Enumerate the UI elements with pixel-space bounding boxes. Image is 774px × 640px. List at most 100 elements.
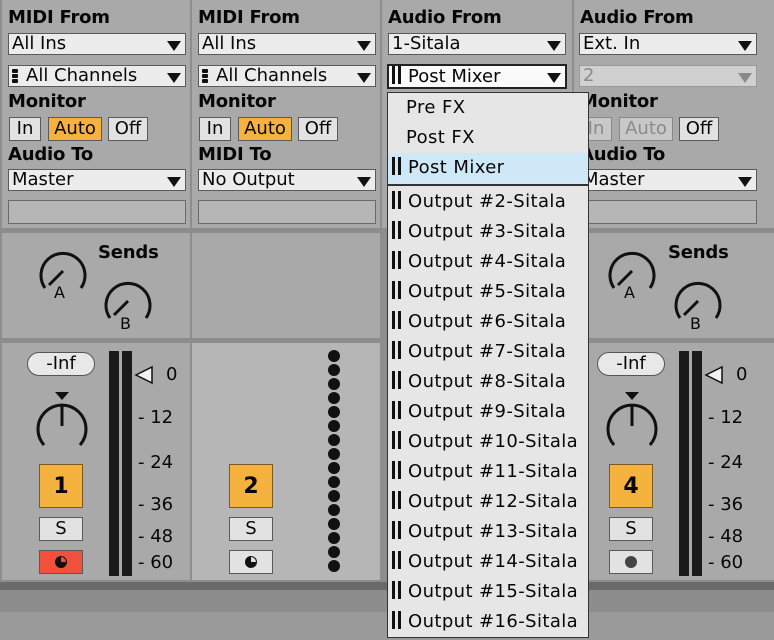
- track-1-output-dropdown[interactable]: Master: [8, 169, 186, 191]
- track-3-channel-value: Post Mixer: [408, 66, 501, 87]
- track-1-volume-readout[interactable]: -Inf: [27, 352, 95, 376]
- track-2-output-value: No Output: [202, 169, 295, 190]
- menu-item-post-mixer[interactable]: Post Mixer: [388, 153, 588, 183]
- track-4-output-dropdown[interactable]: Master: [579, 169, 757, 191]
- track-2-output-channel-dropdown[interactable]: [198, 200, 376, 224]
- track-1-channel-dropdown[interactable]: All Channels: [8, 65, 186, 87]
- menu-item-output[interactable]: Output #14-Sitala: [388, 547, 588, 577]
- track-2-channel-dropdown[interactable]: All Channels: [198, 65, 376, 87]
- track-2-monitor-off-button[interactable]: Off: [298, 117, 338, 141]
- track-1-output-channel-dropdown[interactable]: [8, 200, 186, 224]
- menu-item-post-fx[interactable]: Post FX: [388, 123, 588, 153]
- midi-meter-dot: [328, 518, 340, 530]
- track-2-input-dropdown[interactable]: All Ins: [198, 33, 376, 55]
- menu-item-output[interactable]: Output #7-Sitala: [388, 337, 588, 367]
- menu-item-output[interactable]: Output #8-Sitala: [388, 367, 588, 397]
- track-1-activator-button[interactable]: 1: [39, 464, 83, 508]
- menu-item-output[interactable]: Output #5-Sitala: [388, 277, 588, 307]
- track-4-activator-button[interactable]: 4: [609, 464, 653, 508]
- track-3-input-dropdown[interactable]: 1-Sitala: [388, 33, 566, 55]
- meter-tick-label: 12: [150, 407, 174, 428]
- midi-meter-dot: [328, 560, 340, 572]
- meter-tick-label: 36: [720, 494, 744, 515]
- track-4-monitor-auto-button[interactable]: Auto: [619, 117, 673, 141]
- channel-selector-icon: [12, 68, 20, 84]
- menu-item-label: Output #11-Sitala: [408, 461, 579, 482]
- track-2-input-label: MIDI From: [198, 7, 300, 28]
- menu-item-pre-fx[interactable]: Pre FX: [388, 93, 588, 123]
- track-1-pan-knob[interactable]: [34, 390, 90, 456]
- track-2-arm-button[interactable]: [229, 550, 273, 574]
- track-4-input-dropdown[interactable]: Ext. In: [579, 33, 757, 55]
- menu-item-output[interactable]: Output #3-Sitala: [388, 217, 588, 247]
- track-1-sends-panel: [2, 233, 190, 338]
- menu-item-output[interactable]: Output #15-Sitala: [388, 577, 588, 607]
- track-1-solo-button[interactable]: S: [39, 517, 83, 541]
- meter-tick-36: - 36: [138, 494, 174, 515]
- track-2-output-dropdown[interactable]: No Output: [198, 169, 376, 191]
- track-2-monitor-auto-button[interactable]: Auto: [238, 117, 292, 141]
- meter-tick-label: 48: [150, 526, 174, 547]
- track-4-monitor-off-button[interactable]: Off: [679, 117, 719, 141]
- chevron-down-icon: [357, 73, 371, 83]
- menu-item-output[interactable]: Output #10-Sitala: [388, 427, 588, 457]
- menu-item-output[interactable]: Output #12-Sitala: [388, 487, 588, 517]
- output-channel-icon: [392, 491, 402, 509]
- track-1-monitor-auto-button[interactable]: Auto: [48, 117, 102, 141]
- track-4-volume-readout[interactable]: -Inf: [597, 352, 665, 376]
- track-1-monitor-label: Monitor: [8, 91, 86, 112]
- menu-item-output[interactable]: Output #11-Sitala: [388, 457, 588, 487]
- midi-meter-dot: [328, 462, 340, 474]
- track-4-output-channel-dropdown[interactable]: [579, 200, 757, 224]
- track-2-monitor-label: Monitor: [198, 91, 276, 112]
- midi-meter-dot: [328, 504, 340, 516]
- track-4-meter-tick-60: - 60: [708, 552, 744, 573]
- track-4-meter-tick-0: 0: [736, 364, 748, 385]
- track-1-monitor-in-button[interactable]: In: [9, 117, 41, 141]
- pan-knob-icon: [36, 392, 88, 446]
- track-4-solo-button[interactable]: S: [609, 517, 653, 541]
- peak-triangle-icon[interactable]: [704, 365, 724, 389]
- track-2-activator-button[interactable]: 2: [229, 464, 273, 508]
- menu-item-output[interactable]: Output #16-Sitala: [388, 607, 588, 637]
- peak-triangle-icon[interactable]: [134, 365, 154, 389]
- menu-item-output[interactable]: Output #9-Sitala: [388, 397, 588, 427]
- menu-item-output[interactable]: Output #6-Sitala: [388, 307, 588, 337]
- track-4-pan-knob[interactable]: [604, 390, 660, 456]
- record-arm-icon: [55, 556, 67, 568]
- midi-meter-dot: [328, 420, 340, 432]
- track-1-meter-right: [122, 351, 132, 576]
- menu-item-output[interactable]: Output #13-Sitala: [388, 517, 588, 547]
- track-3-channel-dropdown[interactable]: Post Mixer: [387, 64, 567, 89]
- meter-tick-label: 60: [150, 552, 174, 573]
- meter-tick-label: 12: [720, 407, 744, 428]
- track-2-output-label: MIDI To: [198, 144, 272, 165]
- track-2-monitor-in-button[interactable]: In: [199, 117, 231, 141]
- track-4-monitor-label: Monitor: [580, 91, 658, 112]
- menu-item-label: Output #9-Sitala: [408, 401, 567, 422]
- track-1-monitor-off-button[interactable]: Off: [108, 117, 148, 141]
- track-1-input-dropdown[interactable]: All Ins: [8, 33, 186, 55]
- track-2-channel-value: All Channels: [216, 65, 328, 86]
- menu-item-output[interactable]: Output #4-Sitala: [388, 247, 588, 277]
- track-1-arm-button[interactable]: [39, 550, 83, 574]
- output-channel-icon: [392, 611, 402, 629]
- midi-meter-dot: [328, 448, 340, 460]
- track-2-solo-button[interactable]: S: [229, 517, 273, 541]
- track-4-input-value: Ext. In: [583, 33, 641, 54]
- track-1-input-label: MIDI From: [8, 7, 110, 28]
- menu-item-output[interactable]: Output #2-Sitala: [388, 187, 588, 217]
- track-2-sends-panel: [192, 233, 380, 338]
- track-4-arm-button[interactable]: [609, 550, 653, 574]
- chevron-down-icon: [738, 41, 752, 51]
- output-channel-icon: [392, 551, 402, 569]
- track-4-channel-dropdown[interactable]: 2: [579, 65, 757, 87]
- meter-tick-label: 36: [150, 494, 174, 515]
- midi-meter-dot: [328, 490, 340, 502]
- output-channel-icon: [392, 157, 402, 175]
- meter-tick-60: - 60: [138, 552, 174, 573]
- output-channel-icon: [392, 581, 402, 599]
- meter-tick-label: 48: [720, 526, 744, 547]
- menu-item-label: Output #6-Sitala: [408, 311, 567, 332]
- track-4-meter-left: [679, 351, 689, 576]
